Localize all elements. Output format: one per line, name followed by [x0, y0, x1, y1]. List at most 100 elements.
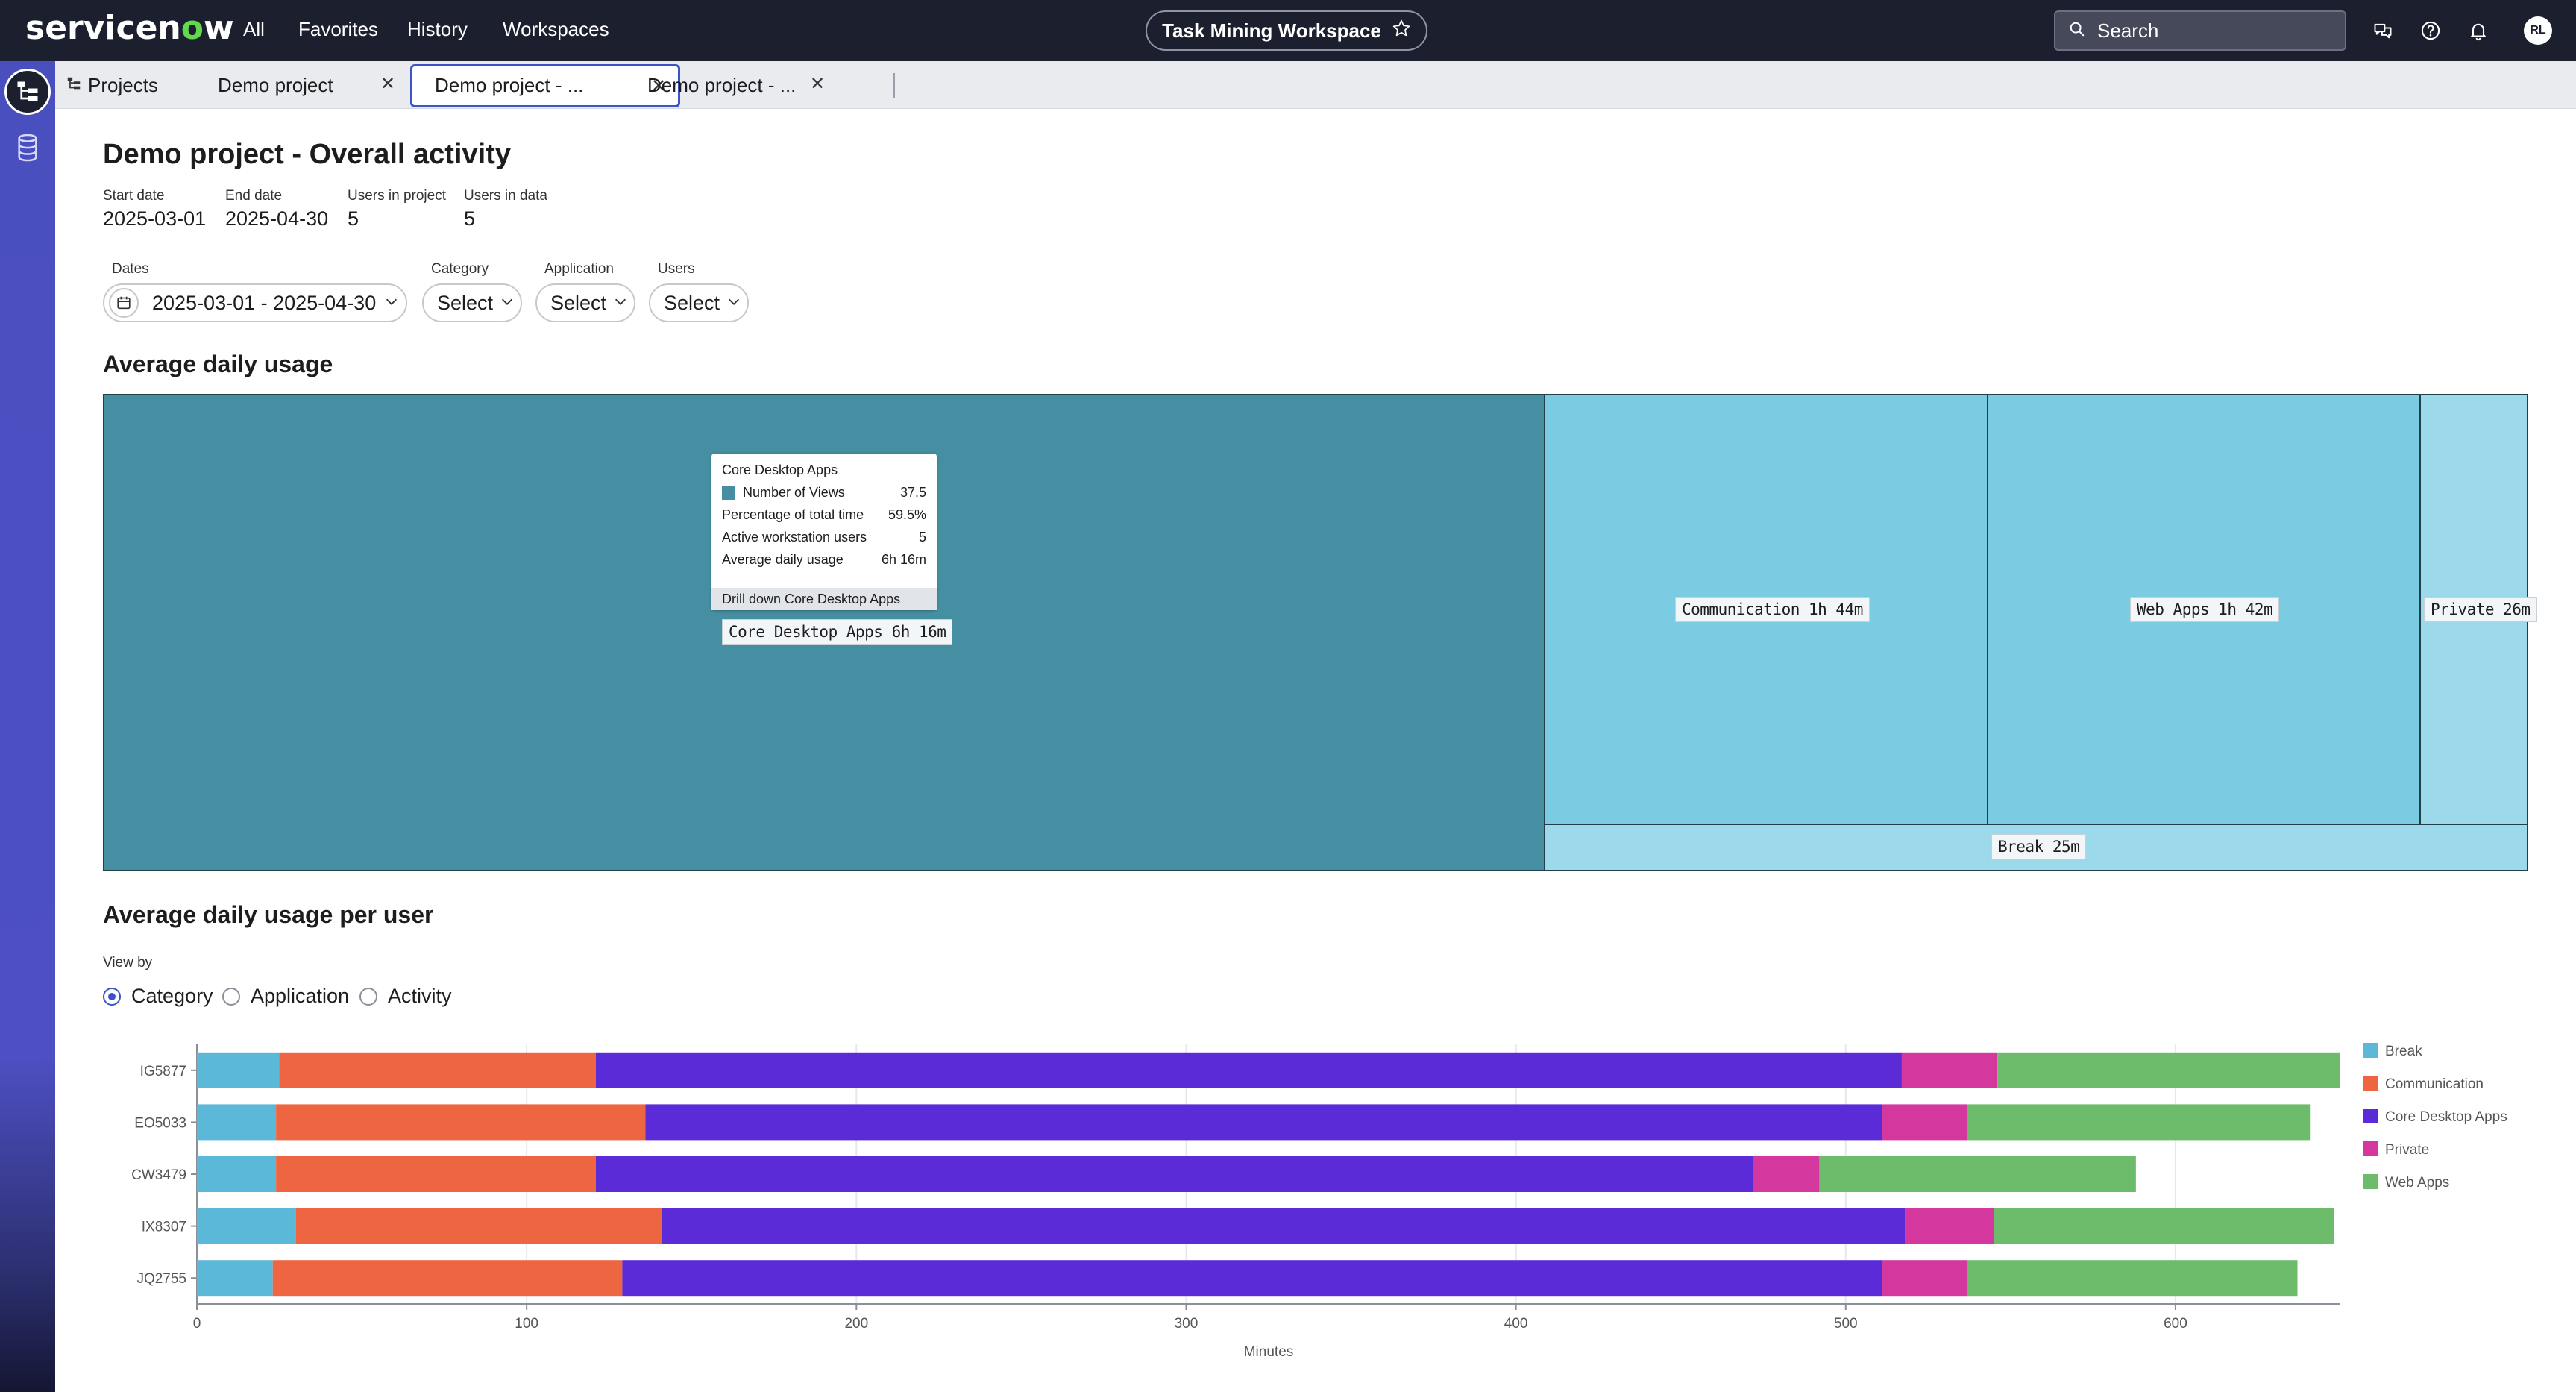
- bar-segment-break[interactable]: [197, 1052, 280, 1088]
- projects-tree-icon[interactable]: [4, 69, 51, 115]
- drill-down-button[interactable]: Drill down Core Desktop Apps: [711, 588, 937, 610]
- bar-segment-web-apps[interactable]: [1967, 1260, 2298, 1297]
- left-rail: [0, 61, 55, 1392]
- x-tick-label: 200: [844, 1316, 868, 1332]
- bar-segment-web-apps[interactable]: [1819, 1156, 2136, 1192]
- bar-segment-core-desktop-apps[interactable]: [622, 1260, 1882, 1297]
- bar-segment-communication[interactable]: [279, 1052, 597, 1088]
- radio-button[interactable]: [359, 987, 377, 1006]
- tab-active-label: Demo project - ...: [435, 74, 584, 96]
- chevron-down-icon: [612, 292, 629, 315]
- nav-all[interactable]: All: [243, 18, 265, 41]
- search-placeholder: Search: [2097, 19, 2159, 42]
- y-tick-label: JQ2755: [136, 1271, 186, 1287]
- tooltip-value: 5: [918, 530, 926, 545]
- user-avatar[interactable]: RL: [2524, 16, 2552, 45]
- bar-segment-core-desktop-apps[interactable]: [662, 1208, 1906, 1244]
- bar-segment-private[interactable]: [1901, 1052, 1998, 1088]
- bar-segment-web-apps[interactable]: [1967, 1104, 2311, 1141]
- nav-favorites[interactable]: Favorites: [298, 18, 378, 41]
- radio-label: Category: [131, 985, 213, 1007]
- database-icon[interactable]: [15, 133, 40, 163]
- bar-segment-private[interactable]: [1753, 1156, 1820, 1192]
- legend-label[interactable]: Communication: [2385, 1076, 2484, 1092]
- bar-segment-break[interactable]: [197, 1104, 277, 1141]
- bar-segment-communication[interactable]: [276, 1104, 646, 1141]
- radio-category[interactable]: Category: [103, 985, 213, 1008]
- bar-segment-private[interactable]: [1882, 1104, 1968, 1141]
- bar-segment-break[interactable]: [197, 1156, 277, 1192]
- tooltip-title: Core Desktop Apps: [722, 463, 838, 477]
- y-tick-label: IG5877: [140, 1064, 186, 1079]
- tooltip-value: 6h 16m: [881, 552, 926, 567]
- global-search-input[interactable]: Search: [2054, 10, 2346, 51]
- legend-label[interactable]: Break: [2385, 1044, 2422, 1059]
- tab-demo-project[interactable]: Demo project: [218, 66, 333, 104]
- workspace-selector[interactable]: Task Mining Workspace: [1146, 10, 1427, 51]
- chevron-down-icon: [383, 292, 400, 315]
- legend-swatch: [2363, 1174, 2378, 1189]
- tooltip-row-views: Number of Views 37.5: [722, 485, 926, 501]
- bar-segment-core-desktop-apps[interactable]: [645, 1104, 1882, 1141]
- bar-segment-communication[interactable]: [276, 1156, 597, 1192]
- star-icon[interactable]: [1392, 19, 1411, 43]
- radio-button-selected[interactable]: [103, 987, 121, 1006]
- tab-projects-label: Projects: [88, 73, 158, 96]
- close-icon[interactable]: ✕: [810, 73, 825, 95]
- chevron-down-icon: [499, 292, 515, 315]
- page-title: Demo project - Overall activity: [103, 139, 511, 170]
- radio-button[interactable]: [222, 987, 240, 1006]
- end-date-value: 2025-04-30: [225, 207, 329, 230]
- nav-workspaces[interactable]: Workspaces: [503, 18, 609, 41]
- bar-segment-web-apps[interactable]: [1997, 1052, 2340, 1088]
- application-filter[interactable]: Select: [535, 283, 635, 322]
- bar-segment-private[interactable]: [1905, 1208, 1994, 1244]
- x-tick-label: 500: [1834, 1316, 1858, 1332]
- x-axis-label: Minutes: [1244, 1344, 1294, 1360]
- chat-icon[interactable]: [2370, 18, 2396, 43]
- tooltip-label: Percentage of total time: [722, 507, 864, 522]
- users-filter-value: Select: [664, 291, 720, 314]
- bar-segment-communication[interactable]: [272, 1260, 623, 1297]
- dates-filter[interactable]: 2025-03-01 - 2025-04-30: [103, 283, 407, 322]
- radio-label: Activity: [388, 985, 452, 1007]
- bar-segment-core-desktop-apps[interactable]: [596, 1052, 1902, 1088]
- servicenow-logo[interactable]: servicenow: [25, 9, 234, 47]
- dates-filter-value: 2025-03-01 - 2025-04-30: [152, 291, 377, 314]
- application-filter-label: Application: [544, 261, 614, 277]
- per-user-stacked-bar-chart: 0 100 200 300 400 500 600 IG5877 EO5033 CW3479 IX8…: [131, 1043, 2507, 1360]
- chevron-down-icon: [726, 292, 742, 315]
- help-icon[interactable]: [2418, 18, 2443, 43]
- bar-segment-break[interactable]: [197, 1260, 273, 1297]
- bar-segment-web-apps[interactable]: [1994, 1208, 2334, 1244]
- legend-label[interactable]: Web Apps: [2385, 1175, 2449, 1191]
- calendar-icon: [109, 288, 139, 318]
- bar-segment-break[interactable]: [197, 1208, 296, 1244]
- tab-demo-project-overall[interactable]: Demo project - ... ✕: [410, 64, 680, 107]
- tab-projects[interactable]: Projects: [66, 66, 158, 104]
- treemap-label-private: Private 26m: [2424, 597, 2537, 622]
- users-filter-label: Users: [658, 261, 695, 277]
- bar-segment-communication[interactable]: [295, 1208, 662, 1244]
- tooltip-label: Average daily usage: [722, 552, 844, 567]
- x-tick-label: 600: [2164, 1316, 2187, 1332]
- legend-label[interactable]: Private: [2385, 1142, 2429, 1158]
- tab-demo-project-2[interactable]: Demo project - ...: [647, 66, 796, 104]
- tooltip-row-percentage: Percentage of total time 59.5%: [722, 507, 926, 523]
- average-daily-usage-treemap: Core Desktop Apps 6h 16m Communication 1…: [103, 394, 2537, 871]
- bar-segment-private[interactable]: [1882, 1260, 1968, 1297]
- users-filter[interactable]: Select: [649, 283, 749, 322]
- x-tick-label: 300: [1175, 1316, 1199, 1332]
- nav-history[interactable]: History: [407, 18, 468, 41]
- radio-activity[interactable]: Activity: [359, 985, 452, 1008]
- treemap-label-web-apps: Web Apps 1h 42m: [2130, 597, 2280, 622]
- tab-divider: [893, 73, 895, 98]
- legend-label[interactable]: Core Desktop Apps: [2385, 1109, 2507, 1125]
- tooltip-label: Active workstation users: [722, 530, 867, 545]
- notifications-bell-icon[interactable]: [2466, 18, 2491, 43]
- close-icon[interactable]: ✕: [380, 73, 395, 95]
- radio-application[interactable]: Application: [222, 985, 349, 1008]
- per-user-chart-title: Average daily usage per user: [103, 901, 434, 928]
- bar-segment-core-desktop-apps[interactable]: [596, 1156, 1753, 1192]
- category-filter[interactable]: Select: [422, 283, 522, 322]
